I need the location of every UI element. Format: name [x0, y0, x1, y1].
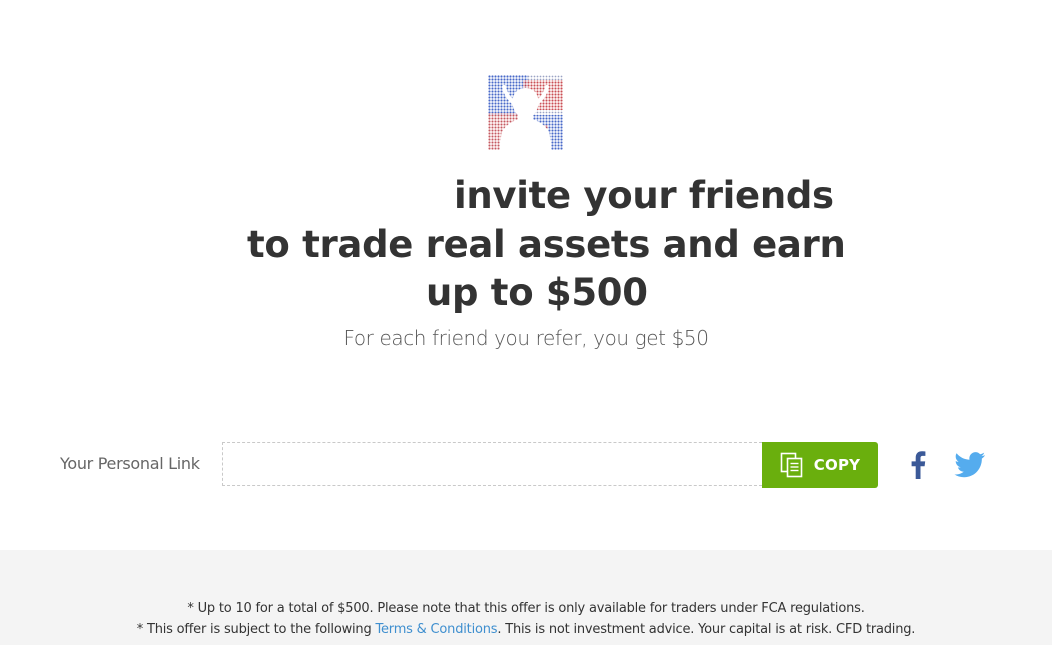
facebook-icon [911, 451, 926, 479]
disclaimer-footer: * Up to 10 for a total of $500. Please n… [0, 550, 1052, 645]
twitter-share-button[interactable] [952, 448, 988, 482]
headline-line-2: to trade real assets and earn [247, 223, 846, 266]
disclaimer-note-1: * Up to 10 for a total of $500. Please n… [187, 601, 865, 616]
headline-line-3: up to $500 [426, 271, 648, 314]
hero-section: invite your friends to trade real assets… [0, 0, 1052, 550]
copy-button-label: COPY [813, 456, 861, 474]
headline-line-1: invite your friends [454, 174, 834, 217]
disclaimer-note-2: * This offer is subject to the following… [0, 622, 1052, 637]
disclaimer-note-2-prefix: * This offer is subject to the following [136, 622, 376, 637]
facebook-share-button[interactable] [904, 448, 932, 482]
personal-link-input[interactable] [222, 442, 762, 486]
disclaimer-note-2-suffix: . This is not investment advice. Your ca… [497, 622, 916, 637]
copy-icon [780, 452, 803, 478]
subtitle: For each friend you refer, you get $50 [343, 326, 709, 350]
personal-link-label: Your Personal Link [60, 454, 200, 473]
terms-conditions-link[interactable]: Terms & Conditions [375, 622, 497, 637]
twitter-icon [954, 452, 986, 478]
copy-button[interactable]: COPY [762, 442, 878, 488]
user-avatar-icon [488, 75, 563, 150]
page: invite your friends to trade real assets… [0, 0, 1052, 645]
